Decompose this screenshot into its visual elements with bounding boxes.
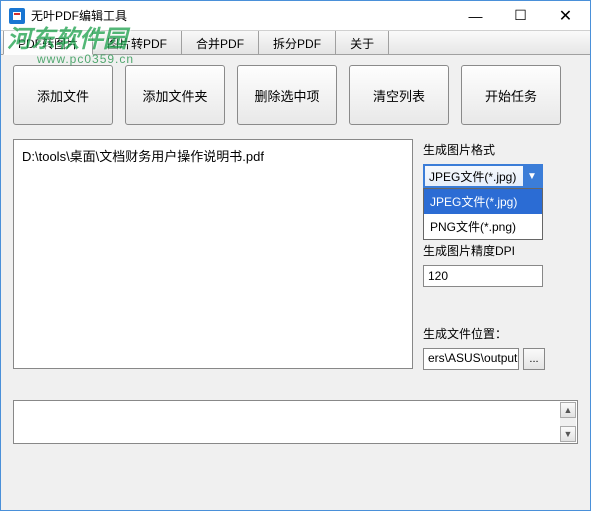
scroll-up-icon[interactable]: ▲	[560, 402, 576, 418]
close-button[interactable]: ✕	[543, 2, 588, 30]
format-option-png[interactable]: PNG文件(*.png)	[424, 214, 542, 239]
body-area: 添加文件 添加文件夹 删除选中项 清空列表 开始任务 D:\tools\桌面\文…	[1, 55, 590, 380]
maximize-button[interactable]: ☐	[498, 2, 543, 30]
file-list[interactable]: D:\tools\桌面\文档财务用户操作说明书.pdf	[13, 139, 413, 369]
format-dropdown-wrap: JPEG文件(*.jpg) ▼ JPEG文件(*.jpg) PNG文件(*.pn…	[423, 164, 543, 188]
titlebar: 无叶PDF编辑工具 — ☐ ✕	[1, 1, 590, 31]
output-path-input[interactable]: ers\ASUS\output	[423, 348, 519, 370]
list-item[interactable]: D:\tools\桌面\文档财务用户操作说明书.pdf	[22, 146, 404, 165]
window-title: 无叶PDF编辑工具	[31, 7, 453, 24]
scrollbar: ▲ ▼	[560, 402, 576, 442]
action-row: 添加文件 添加文件夹 删除选中项 清空列表 开始任务	[13, 65, 578, 125]
bottom-area: ▲ ▼	[13, 400, 578, 444]
chevron-down-icon: ▼	[523, 166, 541, 186]
scroll-down-icon[interactable]: ▼	[560, 426, 576, 442]
dpi-input[interactable]	[423, 265, 543, 287]
tab-split-pdf[interactable]: 拆分PDF	[259, 31, 336, 54]
delete-selected-button[interactable]: 删除选中项	[237, 65, 337, 125]
log-box[interactable]: ▲ ▼	[13, 400, 578, 444]
tab-pdf-to-image[interactable]: PDF转图片	[3, 31, 93, 55]
output-label: 生成文件位置：	[423, 325, 578, 342]
minimize-button[interactable]: —	[453, 2, 498, 30]
main-row: D:\tools\桌面\文档财务用户操作说明书.pdf 生成图片格式 JPEG文…	[13, 139, 578, 370]
browse-button[interactable]: ...	[523, 348, 545, 370]
format-select[interactable]: JPEG文件(*.jpg) ▼	[423, 164, 543, 188]
format-label: 生成图片格式	[423, 141, 578, 158]
tab-merge-pdf[interactable]: 合并PDF	[182, 31, 259, 54]
format-selected-value: JPEG文件(*.jpg)	[429, 168, 516, 185]
output-path-row: ers\ASUS\output ...	[423, 348, 578, 370]
window-controls: — ☐ ✕	[453, 2, 588, 30]
settings-panel: 生成图片格式 JPEG文件(*.jpg) ▼ JPEG文件(*.jpg) PNG…	[423, 139, 578, 370]
format-option-jpeg[interactable]: JPEG文件(*.jpg)	[424, 189, 542, 214]
tab-image-to-pdf[interactable]: 图片转PDF	[93, 31, 182, 54]
tab-bar: PDF转图片 图片转PDF 合并PDF 拆分PDF 关于	[1, 31, 590, 55]
start-task-button[interactable]: 开始任务	[461, 65, 561, 125]
format-dropdown-list: JPEG文件(*.jpg) PNG文件(*.png)	[423, 188, 543, 240]
tab-about[interactable]: 关于	[336, 31, 389, 54]
app-window: 河东软件园 www.pc0359.cn 无叶PDF编辑工具 — ☐ ✕ PDF转…	[0, 0, 591, 511]
dpi-label: 生成图片精度DPI	[423, 242, 578, 259]
add-folder-button[interactable]: 添加文件夹	[125, 65, 225, 125]
add-file-button[interactable]: 添加文件	[13, 65, 113, 125]
app-icon	[9, 8, 25, 24]
clear-list-button[interactable]: 清空列表	[349, 65, 449, 125]
